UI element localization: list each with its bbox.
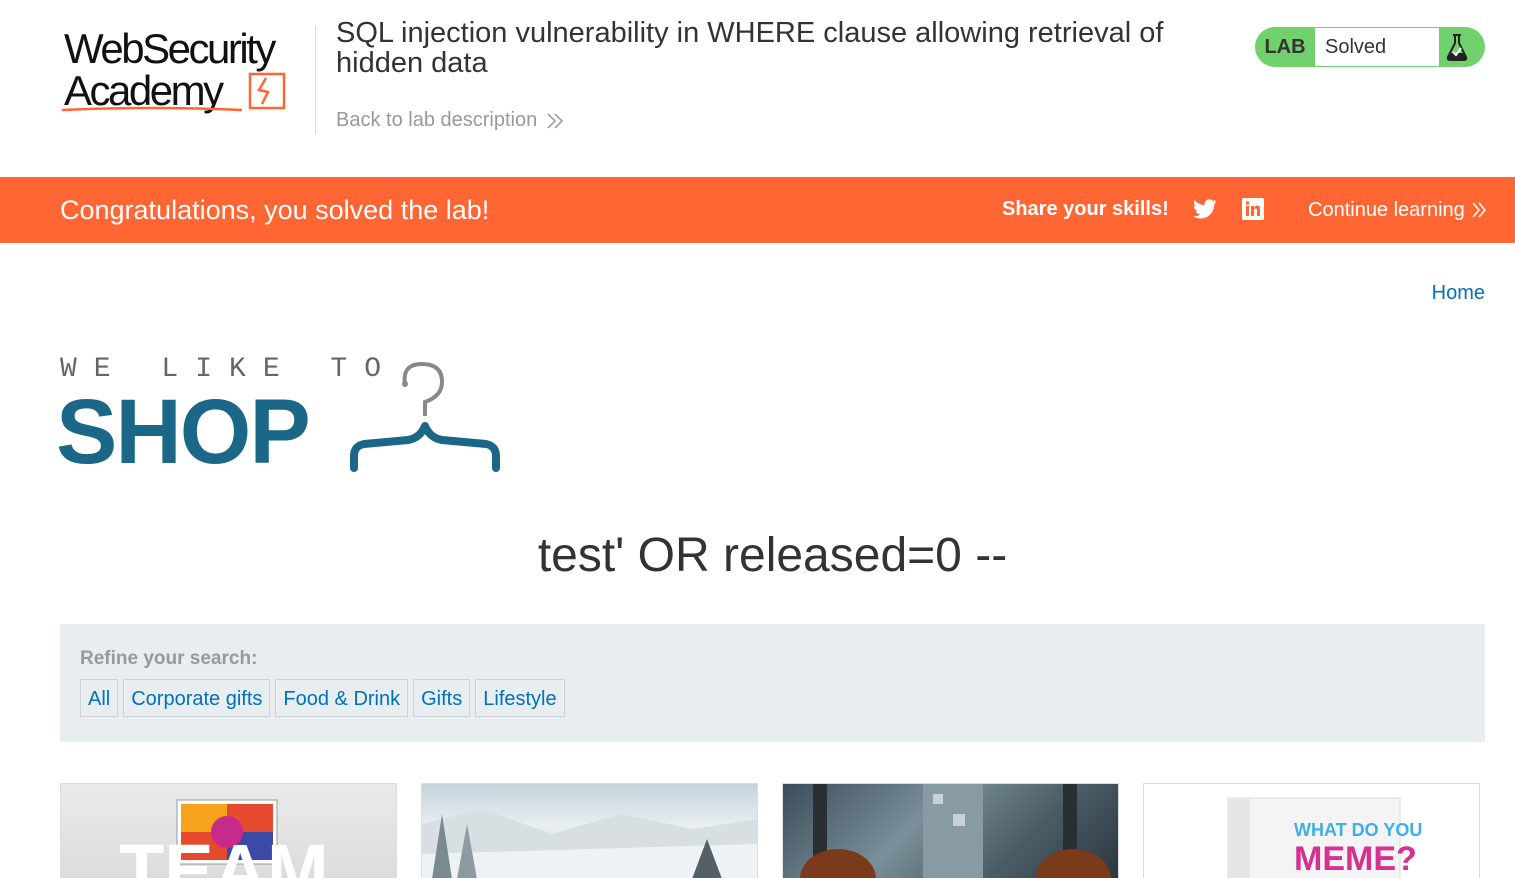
flask-icon [1446,34,1468,61]
back-link-label: Back to lab description [336,109,538,131]
web-security-academy-logo[interactable]: WebSecurity Academy [60,24,320,116]
logo-underline [62,106,242,112]
shop-logo-word: SHOP [56,381,311,483]
filter-lifestyle[interactable]: Lifestyle [475,679,565,717]
filter-food-and-drink[interactable]: Food & Drink [275,679,409,717]
header-divider [315,26,316,134]
snowy-landscape-image [422,809,757,878]
team-poster-image: TEAM [119,799,329,878]
congratulations-banner: Congratulations, you solved the lab! Sha… [0,177,1515,243]
refine-search-label: Refine your search: [80,648,258,669]
product-image-1[interactable]: TEAM [60,783,397,878]
product-image-4[interactable]: WHAT DO YOU MEME? [1143,783,1480,878]
home-link[interactable]: Home [1432,282,1485,305]
category-filter-list: All Corporate gifts Food & Drink Gifts L… [80,679,565,717]
double-chevron-right-icon [547,112,564,129]
double-chevron-right-icon [1472,202,1486,218]
product-image-3[interactable] [782,783,1119,878]
logo-bolt-icon [248,72,286,110]
filter-gifts[interactable]: Gifts [413,679,471,717]
logo-line1: WebSecurity [64,25,276,72]
lab-header: WebSecurity Academy SQL injection vulner… [0,0,1515,177]
box-text-top: WHAT DO YOU [1294,820,1422,840]
continue-learning-label: Continue learning [1308,199,1465,221]
share-skills-label: Share your skills! [1002,198,1169,220]
congratulations-message: Congratulations, you solved the lab! [60,195,490,225]
what-do-you-meme-box-image: WHAT DO YOU MEME? [1227,797,1422,878]
hanger-icon [350,361,500,472]
product-image-2[interactable] [421,783,758,878]
filter-all[interactable]: All [80,679,119,717]
back-to-lab-description-link[interactable]: Back to lab description [336,109,565,132]
filter-corporate-gifts[interactable]: Corporate gifts [123,679,271,717]
linkedin-icon[interactable] [1242,198,1264,220]
we-like-to-shop-logo: WE LIKE TO SHOP [56,352,520,483]
team-text: TEAM [119,829,329,878]
lab-title: SQL injection vulnerability in WHERE cla… [336,17,1164,79]
search-results-heading: test' OR released=0 -- [537,529,1008,582]
lab-badge-status: Solved [1315,28,1439,66]
twitter-icon[interactable] [1192,198,1218,222]
refine-search-panel: Refine your search: All Corporate gifts … [60,624,1485,742]
shoes-over-city-image [800,784,1111,878]
continue-learning-link[interactable]: Continue learning [1308,177,1487,243]
box-text-main: MEME? [1294,840,1417,878]
lab-badge-label: LAB [1264,36,1306,58]
